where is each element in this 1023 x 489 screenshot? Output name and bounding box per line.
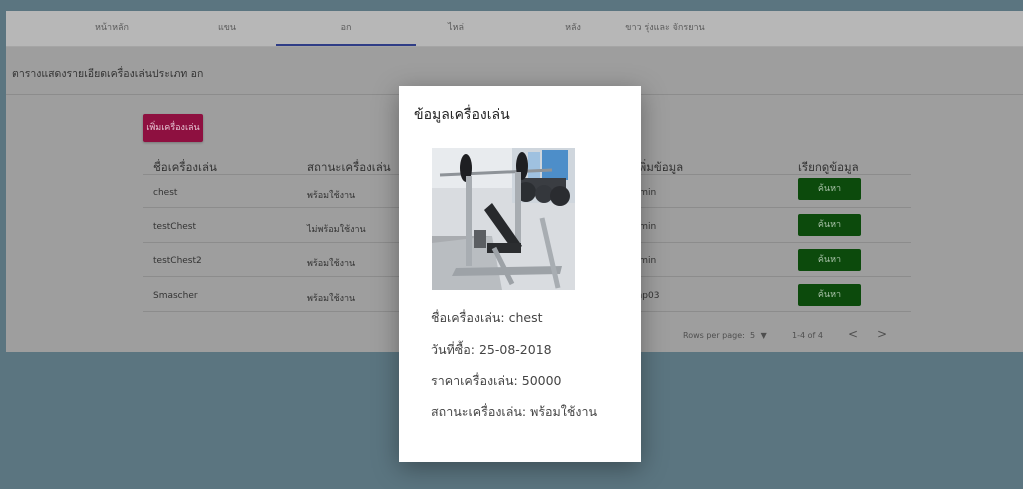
rows-per-page-label: Rows per page: (683, 331, 745, 340)
row-name: Smascher (153, 291, 198, 301)
detail-name: ชื่อเครื่องเล่น: chest (431, 310, 543, 325)
prev-page-button[interactable]: < (848, 327, 858, 341)
dialog-title: ข้อมูลเครื่องเล่น (414, 107, 510, 123)
tab-leg-bike[interactable]: ขาว รุ่งและ จักรยาน (595, 11, 735, 46)
equipment-photo (432, 148, 575, 290)
row-name: chest (153, 188, 178, 198)
row-name: testChest2 (153, 256, 202, 266)
find-button[interactable]: ค้นหา (798, 284, 861, 306)
app-window: หน้าหลัก แขน อก ไหล่ หลัง ขาว รุ่งและ จั… (0, 0, 1023, 489)
category-tabs: หน้าหลัก แขน อก ไหล่ หลัง ขาว รุ่งและ จั… (6, 11, 1023, 47)
rows-per-page-value: 5 (750, 331, 756, 340)
find-button[interactable]: ค้นหา (798, 178, 861, 200)
add-equipment-button[interactable]: เพิ่มเครื่องเล่น (143, 114, 203, 142)
rows-per-page-select[interactable]: 5 ▼ (750, 331, 767, 340)
detail-price: ราคาเครื่องเล่น: 50000 (431, 373, 562, 388)
find-button[interactable]: ค้นหา (798, 214, 861, 236)
row-status: ไม่พร้อมใช้งาน (307, 225, 366, 235)
page-title: ตารางแสดงรายเอียดเครื่องเล่นประเภท อก (12, 68, 204, 80)
row-name: testChest (153, 222, 197, 232)
row-status: พร้อมใช้งาน (307, 259, 356, 269)
next-page-button[interactable]: > (877, 327, 887, 341)
find-button[interactable]: ค้นหา (798, 249, 861, 271)
detail-status: สถานะเครื่องเล่น: พร้อมใช้งาน (431, 404, 598, 419)
detail-buy-date: วันที่ซื้อ: 25-08-2018 (431, 342, 552, 357)
row-status: พร้อมใช้งาน (307, 294, 356, 304)
row-status: พร้อมใช้งาน (307, 191, 356, 201)
page-range: 1-4 of 4 (792, 331, 823, 340)
chevron-down-icon: ▼ (760, 331, 767, 340)
equipment-detail-dialog: ข้อมูลเครื่องเล่น ชื่อเครื่องเล่น: chest… (399, 86, 641, 462)
